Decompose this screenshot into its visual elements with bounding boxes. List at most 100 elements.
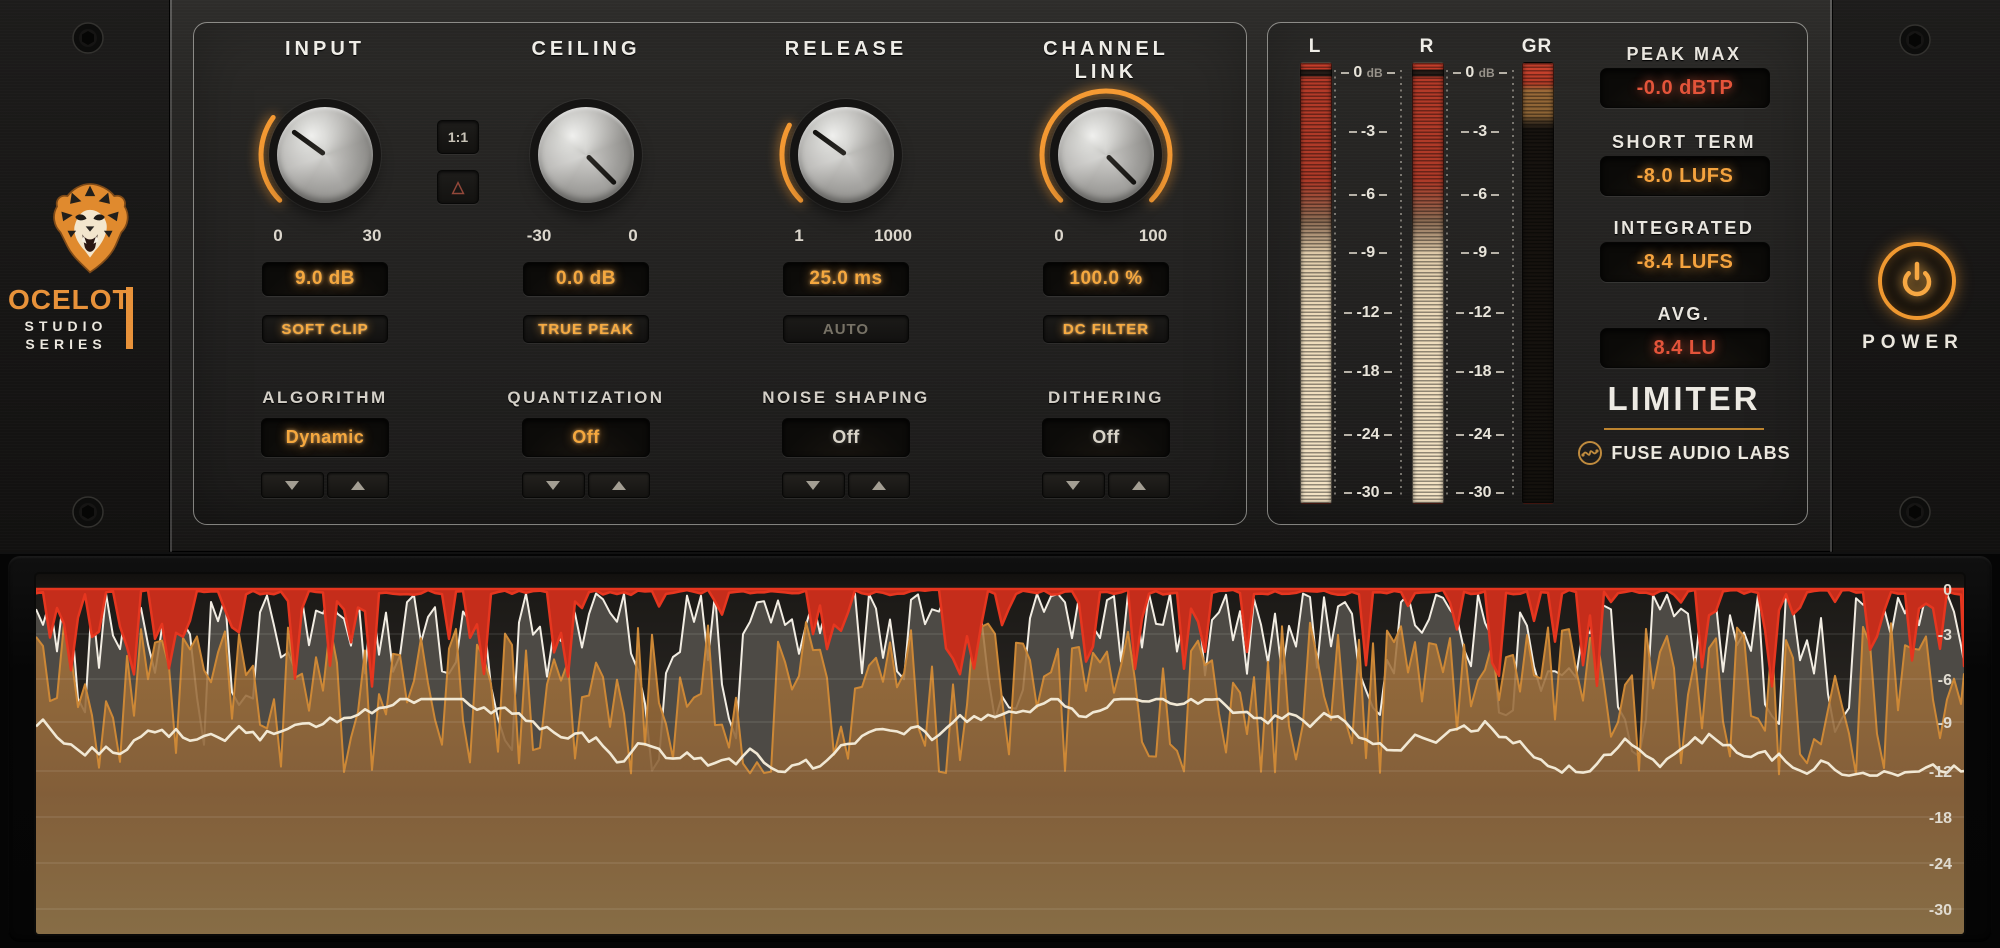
ceiling-knob[interactable] <box>530 99 642 211</box>
svg-text:-9: -9 <box>1938 715 1952 732</box>
release-value: 25.0 ms <box>809 268 882 290</box>
noise-shaping-select[interactable]: Off <box>782 418 910 457</box>
screw-icon <box>1898 23 1932 57</box>
input-value: 9.0 dB <box>295 268 355 290</box>
meter-gr-header: GR <box>1512 36 1562 58</box>
auto-release-button[interactable]: AUTO <box>783 315 909 343</box>
brand-divider <box>1604 428 1764 430</box>
dc-filter-button[interactable]: DC FILTER <box>1043 315 1169 343</box>
arrow-up-icon <box>351 481 365 490</box>
true-peak-button[interactable]: TRUE PEAK <box>523 315 649 343</box>
screw-icon <box>71 495 105 529</box>
arrow-down-icon <box>806 481 820 490</box>
limiter-plugin-window: OCELOT STUDIO SERIES INPUT 0 30 9.0 dB S… <box>0 0 2000 948</box>
channel-link-value-display[interactable]: 100.0 % <box>1043 262 1169 296</box>
release-knob-face[interactable] <box>798 107 894 203</box>
meter-bar-left <box>1300 62 1332 504</box>
integrated-value: -8.4 LUFS <box>1637 251 1734 274</box>
brand-sub1: STUDIO <box>8 318 124 334</box>
short-term-display: -8.0 LUFS <box>1600 156 1770 196</box>
input-knob-face[interactable] <box>277 107 373 203</box>
svg-text:0: 0 <box>1943 582 1952 599</box>
vendor-name: FUSE AUDIO LABS <box>1611 443 1790 464</box>
svg-text:-24: -24 <box>1929 856 1952 873</box>
brand-name: OCELOT <box>8 284 124 316</box>
release-knob[interactable] <box>790 99 902 211</box>
quantization-select[interactable]: Off <box>522 418 650 457</box>
dithering-select[interactable]: Off <box>1042 418 1170 457</box>
ceiling-knob-face[interactable] <box>538 107 634 203</box>
quantization-next-button[interactable] <box>588 472 651 498</box>
peak-max-label: PEAK MAX <box>1600 44 1768 65</box>
arrow-down-icon <box>1066 481 1080 490</box>
meter-r-header: R <box>1402 36 1452 58</box>
meter-scale-2: 0 dB-3-6-9-12-18-24-30 <box>1446 62 1514 502</box>
channel-link-value: 100.0 % <box>1069 268 1142 290</box>
scope-display: 0-3-6-9-12-18-24-30 <box>36 574 1964 934</box>
channel-link-label: CHANNEL LINK <box>1021 38 1191 84</box>
ceiling-section: CEILING -30 0 0.0 dB TRUE PEAK QUANTIZAT… <box>501 22 671 522</box>
algorithm-prev-button[interactable] <box>261 472 324 498</box>
noise-shaping-next-button[interactable] <box>848 472 911 498</box>
peak-max-value: -0.0 dBTP <box>1637 77 1734 100</box>
power-label: POWER <box>1848 332 1978 354</box>
meter-scale-1: 0 dB-3-6-9-12-18-24-30 <box>1334 62 1402 502</box>
algorithm-steppers <box>261 472 389 498</box>
soft-clip-button[interactable]: SOFT CLIP <box>262 315 388 343</box>
delta-icon: △ <box>452 177 464 197</box>
delta-monitor-button[interactable]: △ <box>437 170 479 204</box>
ceiling-label: CEILING <box>501 38 671 61</box>
input-knob-pointer <box>290 129 325 157</box>
release-section: RELEASE 1 1000 25.0 ms AUTO NOISE SHAPIN… <box>761 22 931 522</box>
algorithm-select[interactable]: Dynamic <box>261 418 389 457</box>
avg-dynamics-value: 8.4 LU <box>1653 337 1716 360</box>
auto-release-label: AUTO <box>823 321 869 338</box>
release-label: RELEASE <box>761 38 931 61</box>
noise-shaping-prev-button[interactable] <box>782 472 845 498</box>
arrow-up-icon <box>872 481 886 490</box>
true-peak-label: TRUE PEAK <box>538 321 634 338</box>
input-min-label: 0 <box>254 226 302 246</box>
input-section: INPUT 0 30 9.0 dB SOFT CLIP ALGORITHM Dy… <box>240 22 410 522</box>
fuse-audio-labs-icon <box>1577 440 1603 466</box>
integrated-label: INTEGRATED <box>1600 218 1768 239</box>
power-button[interactable] <box>1878 242 1956 320</box>
screw-icon <box>1898 495 1932 529</box>
input-max-label: 30 <box>348 226 396 246</box>
channel-link-max-label: 100 <box>1129 226 1177 246</box>
dithering-prev-button[interactable] <box>1042 472 1105 498</box>
input-value-display[interactable]: 9.0 dB <box>262 262 388 296</box>
arrow-down-icon <box>546 481 560 490</box>
channel-link-knob-face[interactable] <box>1058 107 1154 203</box>
plugin-title: LIMITER <box>1600 380 1768 418</box>
short-term-label: SHORT TERM <box>1600 132 1768 153</box>
arrow-down-icon <box>285 481 299 490</box>
noise-shaping-value: Off <box>832 427 860 448</box>
input-knob[interactable] <box>269 99 381 211</box>
dithering-next-button[interactable] <box>1108 472 1171 498</box>
screw-icon <box>71 21 105 55</box>
svg-text:-18: -18 <box>1929 810 1952 827</box>
quantization-label: QUANTIZATION <box>501 388 671 408</box>
power-icon <box>1897 261 1937 301</box>
quantization-value: Off <box>572 427 600 448</box>
meter-l-header: L <box>1290 36 1340 58</box>
svg-text:-6: -6 <box>1938 672 1952 689</box>
ceiling-value-display[interactable]: 0.0 dB <box>523 262 649 296</box>
channel-link-knob[interactable] <box>1050 99 1162 211</box>
quantization-prev-button[interactable] <box>522 472 585 498</box>
brand-bar <box>126 287 133 349</box>
one-to-one-monitor-button[interactable]: 1:1 <box>437 120 479 154</box>
ceiling-knob-pointer <box>585 154 617 186</box>
algorithm-next-button[interactable] <box>327 472 390 498</box>
dithering-value: Off <box>1092 427 1120 448</box>
arrow-up-icon <box>612 481 626 490</box>
svg-text:-30: -30 <box>1929 902 1952 919</box>
release-knob-pointer <box>811 129 846 157</box>
peak-max-display: -0.0 dBTP <box>1600 68 1770 108</box>
dc-filter-label: DC FILTER <box>1063 321 1149 338</box>
channel-link-knob-pointer <box>1105 154 1137 186</box>
release-value-display[interactable]: 25.0 ms <box>783 262 909 296</box>
svg-text:-3: -3 <box>1938 627 1952 644</box>
short-term-value: -8.0 LUFS <box>1637 165 1734 188</box>
